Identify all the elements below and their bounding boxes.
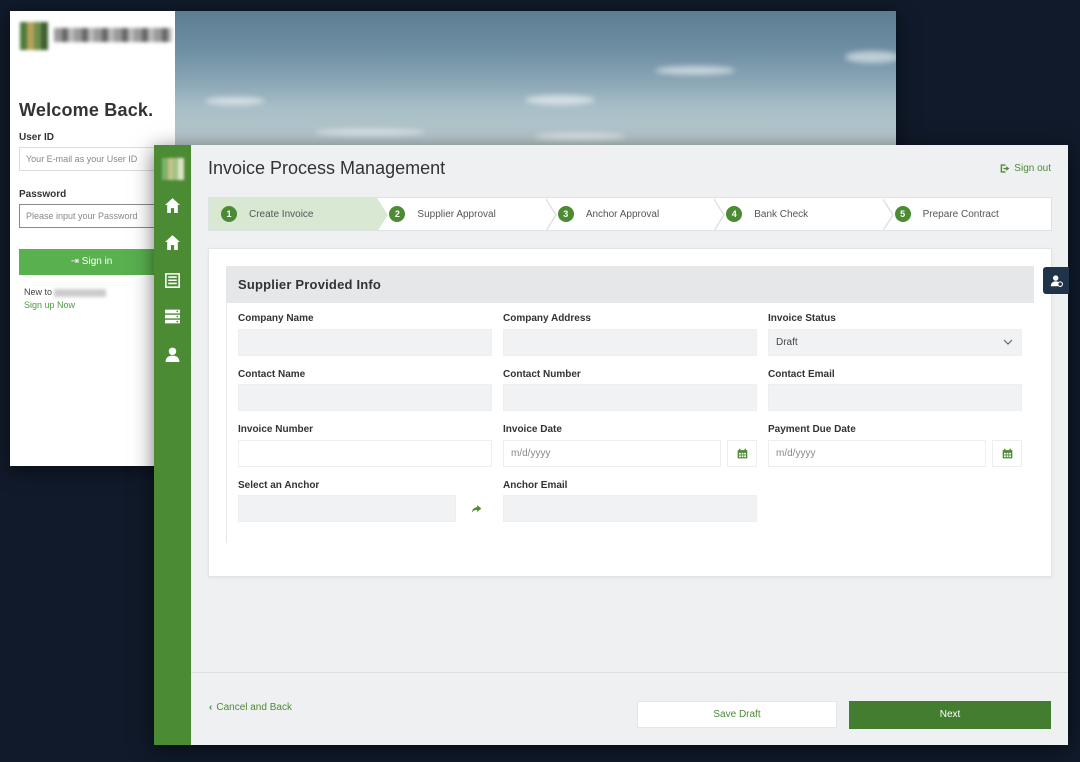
sign-out-link[interactable]: Sign out bbox=[1000, 163, 1051, 174]
anchor-email-label: Anchor Email bbox=[503, 480, 568, 491]
step-label: Prepare Contract bbox=[922, 208, 999, 220]
step-separator bbox=[544, 198, 557, 232]
step-create-invoice[interactable]: 1 Create Invoice bbox=[209, 198, 389, 232]
chevron-left-icon: ‹ bbox=[209, 702, 213, 713]
contact-email-label: Contact Email bbox=[768, 369, 835, 380]
calendar-icon bbox=[737, 448, 747, 459]
new-to-text: New to bbox=[24, 287, 107, 297]
sidebar-logo bbox=[162, 158, 184, 180]
invoice-status-value: Draft bbox=[776, 337, 798, 348]
step-bank-check[interactable]: 4 Bank Check bbox=[714, 198, 894, 232]
support-tab[interactable] bbox=[1043, 267, 1069, 294]
company-name-input[interactable] bbox=[238, 329, 492, 356]
company-address-label: Company Address bbox=[503, 313, 591, 324]
company-logo bbox=[20, 22, 48, 50]
company-name-label: Company Name bbox=[238, 313, 314, 324]
step-separator bbox=[713, 198, 726, 232]
divider bbox=[226, 303, 227, 543]
company-address-input[interactable] bbox=[503, 329, 757, 356]
step-label: Bank Check bbox=[754, 208, 809, 220]
home-icon[interactable] bbox=[163, 233, 182, 252]
page-title: Invoice Process Management bbox=[208, 158, 446, 178]
user-id-label: User ID bbox=[19, 132, 55, 143]
new-to-label: New to bbox=[24, 287, 53, 297]
payment-due-date-calendar-button[interactable] bbox=[992, 440, 1022, 467]
footer-divider bbox=[191, 672, 1068, 673]
step-number: 3 bbox=[557, 206, 574, 222]
brand-name-blurred bbox=[54, 288, 107, 297]
contact-name-input[interactable] bbox=[238, 384, 492, 411]
invoice-date-input[interactable]: m/d/yyyy bbox=[503, 440, 721, 467]
welcome-heading: Welcome Back. bbox=[19, 100, 154, 120]
cancel-and-back-link[interactable]: ‹ Cancel and Back bbox=[209, 702, 292, 713]
step-label: Supplier Approval bbox=[417, 208, 496, 220]
step-label: Anchor Approval bbox=[585, 208, 660, 220]
step-anchor-approval[interactable]: 3 Anchor Approval bbox=[546, 198, 726, 232]
sidebar bbox=[154, 145, 191, 745]
process-stepper: 1 Create Invoice 2 Supplier Approval 3 A… bbox=[208, 197, 1052, 232]
server-icon[interactable] bbox=[163, 307, 182, 326]
select-anchor-button[interactable] bbox=[461, 495, 491, 522]
step-number: 5 bbox=[894, 206, 911, 222]
invoice-number-input[interactable] bbox=[238, 440, 492, 467]
contact-number-input[interactable] bbox=[503, 384, 757, 411]
section-title: Supplier Provided Info bbox=[226, 266, 1034, 303]
step-separator bbox=[881, 198, 894, 232]
step-number: 1 bbox=[221, 206, 237, 222]
step-label: Create Invoice bbox=[249, 208, 314, 220]
step-supplier-approval[interactable]: 2 Supplier Approval bbox=[377, 198, 557, 232]
list-icon[interactable] bbox=[163, 271, 182, 290]
contact-name-label: Contact Name bbox=[238, 369, 306, 380]
chevron-down-icon bbox=[1003, 339, 1013, 345]
home-icon[interactable] bbox=[163, 196, 182, 215]
sign-in-icon: ⇥ bbox=[70, 256, 80, 267]
cancel-and-back-label: Cancel and Back bbox=[216, 702, 292, 713]
password-label: Password bbox=[19, 189, 67, 200]
calendar-icon bbox=[1002, 448, 1012, 459]
user-id-input[interactable]: Your E-mail as your User ID bbox=[19, 147, 164, 171]
contact-number-label: Contact Number bbox=[503, 369, 581, 380]
select-anchor-input[interactable] bbox=[238, 495, 456, 522]
user-support-icon bbox=[1050, 275, 1063, 287]
invoice-date-calendar-button[interactable] bbox=[727, 440, 757, 467]
step-separator bbox=[376, 198, 389, 232]
supplier-info-card: Supplier Provided Info Company Name Comp… bbox=[208, 248, 1052, 577]
invoice-number-label: Invoice Number bbox=[238, 424, 314, 435]
login-panel: Welcome Back. User ID Your E-mail as you… bbox=[10, 11, 175, 466]
next-button[interactable]: Next bbox=[849, 701, 1051, 729]
sign-out-label: Sign out bbox=[1014, 163, 1051, 174]
invoice-date-label: Invoice Date bbox=[503, 424, 562, 435]
payment-due-date-input[interactable]: m/d/yyyy bbox=[768, 440, 986, 467]
invoice-status-select[interactable]: Draft bbox=[768, 329, 1022, 356]
sign-in-button[interactable]: ⇥ Sign in bbox=[19, 249, 164, 275]
invoice-status-label: Invoice Status bbox=[768, 313, 836, 324]
sign-in-label: Sign in bbox=[81, 256, 113, 267]
share-arrow-icon bbox=[471, 505, 481, 513]
step-number: 2 bbox=[389, 206, 406, 222]
anchor-email-input[interactable] bbox=[503, 495, 757, 522]
step-number: 4 bbox=[726, 206, 743, 222]
payment-due-date-label: Payment Due Date bbox=[768, 424, 856, 435]
contact-email-input[interactable] bbox=[768, 384, 1022, 411]
main-window: Invoice Process Management Sign out 1 Cr… bbox=[154, 145, 1068, 745]
password-input[interactable]: Please input your Password bbox=[19, 204, 164, 228]
sign-out-icon bbox=[1000, 164, 1010, 173]
select-anchor-label: Select an Anchor bbox=[238, 480, 320, 491]
login-hero-image bbox=[175, 11, 896, 146]
save-draft-button[interactable]: Save Draft bbox=[637, 701, 837, 728]
user-icon[interactable] bbox=[163, 345, 182, 364]
company-name-blurred bbox=[54, 28, 172, 42]
step-prepare-contract[interactable]: 5 Prepare Contract bbox=[883, 198, 1051, 230]
sign-up-link[interactable]: Sign up Now bbox=[24, 300, 75, 310]
